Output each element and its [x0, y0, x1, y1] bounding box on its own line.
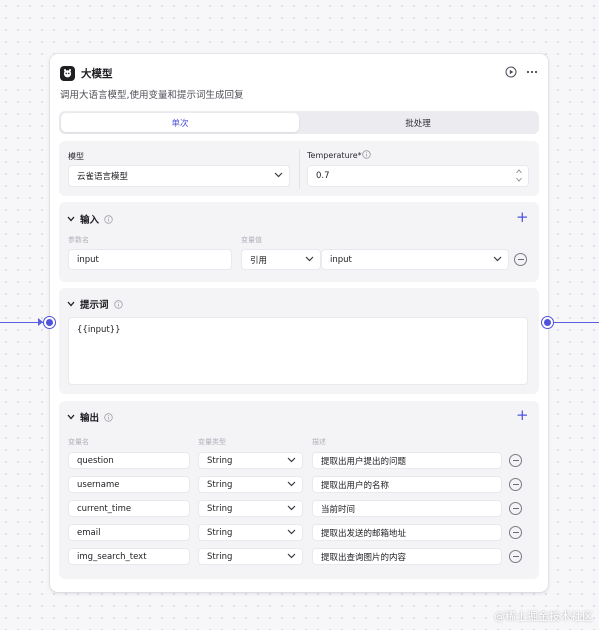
chevron-down-icon: [287, 456, 296, 466]
temperature-value: 0.7: [316, 171, 330, 181]
edge-arrowhead: [38, 318, 43, 326]
node-header: 大模型: [60, 64, 538, 82]
input-type-select[interactable]: 引用: [241, 249, 321, 270]
output-name: current_time: [77, 503, 132, 514]
remove-output-icon[interactable]: [509, 478, 522, 491]
chevron-down-icon: [287, 504, 296, 514]
output-type: String: [207, 551, 233, 562]
input-section-title: 输入: [80, 215, 100, 226]
panel-divider: [299, 149, 300, 189]
output-description: 提取出查询图片的内容: [321, 552, 407, 563]
output-type-select[interactable]: String: [198, 476, 303, 493]
output-panel: 输出 + 变量名 变量类型 描述 question String 提取出用户提出…: [59, 401, 539, 579]
input-type-value: 引用: [250, 255, 268, 266]
info-icon: [104, 412, 113, 422]
output-description: 提取出发送的邮箱地址: [321, 528, 407, 539]
output-type-select[interactable]: String: [198, 524, 303, 541]
output-description-field[interactable]: 提取出查询图片的内容: [312, 548, 502, 565]
outgoing-edge: [550, 322, 599, 323]
chevron-down-icon: [287, 480, 296, 490]
temperature-input[interactable]: 0.7: [307, 165, 529, 187]
output-name: email: [77, 527, 101, 538]
node-title: 大模型: [81, 67, 113, 80]
output-name: img_search_text: [77, 551, 147, 562]
prompt-panel: 提示词 {{input}}: [59, 288, 539, 394]
llm-logo-icon: [60, 65, 75, 81]
prompt-textarea[interactable]: {{input}}: [68, 317, 528, 385]
chevron-down-icon: [305, 255, 314, 265]
chevron-down-icon: [287, 528, 296, 538]
output-name: question: [77, 455, 114, 466]
output-section-header[interactable]: 输出: [67, 410, 113, 424]
add-input-icon[interactable]: +: [516, 210, 529, 225]
input-param-name: input: [77, 254, 99, 265]
node-description: 调用大语言模型,使用变量和提示词生成回复: [60, 90, 244, 101]
remove-input-icon[interactable]: [514, 253, 527, 266]
info-icon: [104, 214, 113, 224]
input-port-handle[interactable]: [44, 317, 55, 328]
run-icon[interactable]: [505, 66, 517, 81]
remove-output-icon[interactable]: [509, 550, 522, 563]
col-variable-name: 变量名: [68, 438, 89, 446]
output-name: username: [77, 479, 120, 490]
col-description: 描述: [312, 438, 326, 446]
more-options-icon[interactable]: [526, 66, 538, 81]
tab-batch[interactable]: 批处理: [299, 113, 537, 132]
output-name-field[interactable]: question: [68, 452, 190, 469]
chevron-down-icon: [493, 255, 502, 265]
output-description-field[interactable]: 提取出发送的邮箱地址: [312, 524, 502, 541]
col-variable-value: 变量值: [241, 236, 262, 244]
info-icon: [113, 299, 123, 309]
output-port-handle[interactable]: [542, 317, 553, 328]
output-name-field[interactable]: img_search_text: [68, 548, 190, 565]
input-section-header[interactable]: 输入: [67, 212, 113, 226]
remove-output-icon[interactable]: [509, 526, 522, 539]
collapse-chevron-icon: [67, 414, 75, 420]
output-type: String: [207, 503, 233, 514]
prompt-section-title: 提示词: [80, 300, 109, 311]
output-description: 当前时间: [321, 504, 356, 515]
info-icon: [362, 150, 371, 162]
prompt-text: {{input}}: [77, 325, 121, 335]
output-type: String: [207, 479, 233, 490]
mode-tabs: 单次 批处理: [59, 111, 539, 134]
model-select[interactable]: 云雀语言模型: [68, 165, 290, 187]
temperature-label: Temperature*: [307, 151, 362, 160]
output-name-field[interactable]: current_time: [68, 500, 190, 517]
add-output-icon[interactable]: +: [516, 408, 529, 423]
output-description: 提取出用户的名称: [321, 480, 390, 491]
output-description: 提取出用户提出的问题: [321, 456, 407, 467]
chevron-down-icon: [274, 171, 283, 181]
output-description-field[interactable]: 当前时间: [312, 500, 502, 517]
watermark: @稀土掘金技术社区: [494, 610, 593, 623]
output-type-select[interactable]: String: [198, 500, 303, 517]
llm-node-card[interactable]: 大模型 调用大语言模型,使用变量和提示词生成回复 单次 批处理 模型 云雀语言模…: [50, 54, 548, 592]
collapse-chevron-icon: [67, 216, 75, 222]
remove-output-icon[interactable]: [509, 502, 522, 515]
output-description-field[interactable]: 提取出用户提出的问题: [312, 452, 502, 469]
collapse-chevron-icon: [67, 301, 75, 307]
stepper-arrows-icon[interactable]: [516, 169, 522, 182]
input-param-name-field[interactable]: input: [68, 249, 232, 270]
output-type-select[interactable]: String: [198, 548, 303, 565]
model-select-value: 云雀语言模型: [77, 172, 129, 182]
model-label: 模型: [68, 152, 84, 161]
tab-single[interactable]: 单次: [61, 113, 299, 132]
input-reference-select[interactable]: input: [321, 249, 509, 270]
output-name-field[interactable]: email: [68, 524, 190, 541]
prompt-section-header[interactable]: 提示词: [67, 297, 123, 311]
output-section-title: 输出: [80, 413, 100, 424]
col-param-name: 参数名: [68, 236, 89, 244]
col-variable-type: 变量类型: [198, 438, 226, 446]
input-reference-value: input: [330, 254, 352, 265]
chevron-down-icon: [287, 552, 296, 562]
remove-output-icon[interactable]: [509, 454, 522, 467]
output-type-select[interactable]: String: [198, 452, 303, 469]
output-name-field[interactable]: username: [68, 476, 190, 493]
output-type: String: [207, 455, 233, 466]
input-panel: 输入 + 参数名 变量值 input 引用 input: [59, 202, 539, 282]
output-type: String: [207, 527, 233, 538]
output-description-field[interactable]: 提取出用户的名称: [312, 476, 502, 493]
model-panel: 模型 云雀语言模型 Temperature* 0.7: [59, 141, 539, 196]
